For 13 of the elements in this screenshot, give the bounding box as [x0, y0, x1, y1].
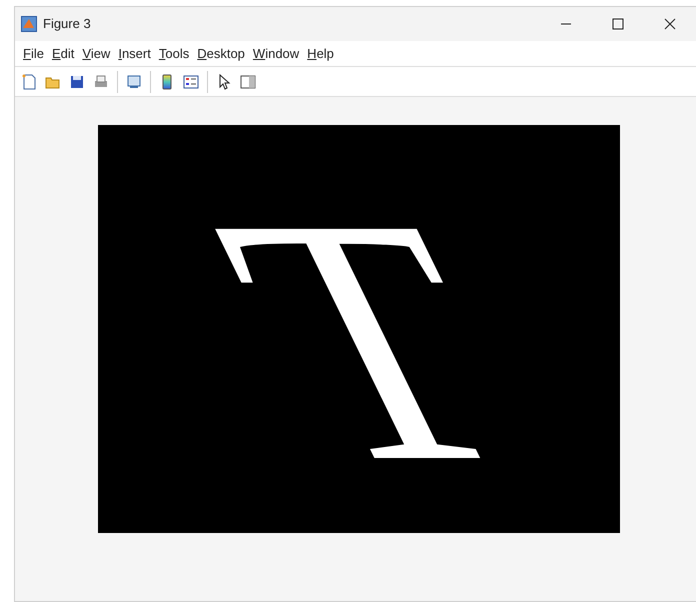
menu-item[interactable]: Desktop	[193, 44, 249, 64]
menu-item[interactable]: Tools	[154, 44, 194, 64]
close-icon[interactable]	[664, 18, 676, 30]
menu-item[interactable]: Edit	[48, 44, 78, 64]
menu-item[interactable]: View	[78, 44, 114, 64]
menu-item[interactable]: File	[19, 44, 48, 64]
app-logo-icon	[21, 16, 37, 32]
maximize-icon[interactable]	[612, 18, 624, 30]
sheared-letter: T	[178, 165, 562, 515]
menu-item[interactable]: Help	[303, 44, 338, 64]
menu-item[interactable]: Insert	[114, 44, 155, 64]
window-title: Figure 3	[43, 15, 91, 34]
menu-item[interactable]: Window	[248, 44, 304, 64]
